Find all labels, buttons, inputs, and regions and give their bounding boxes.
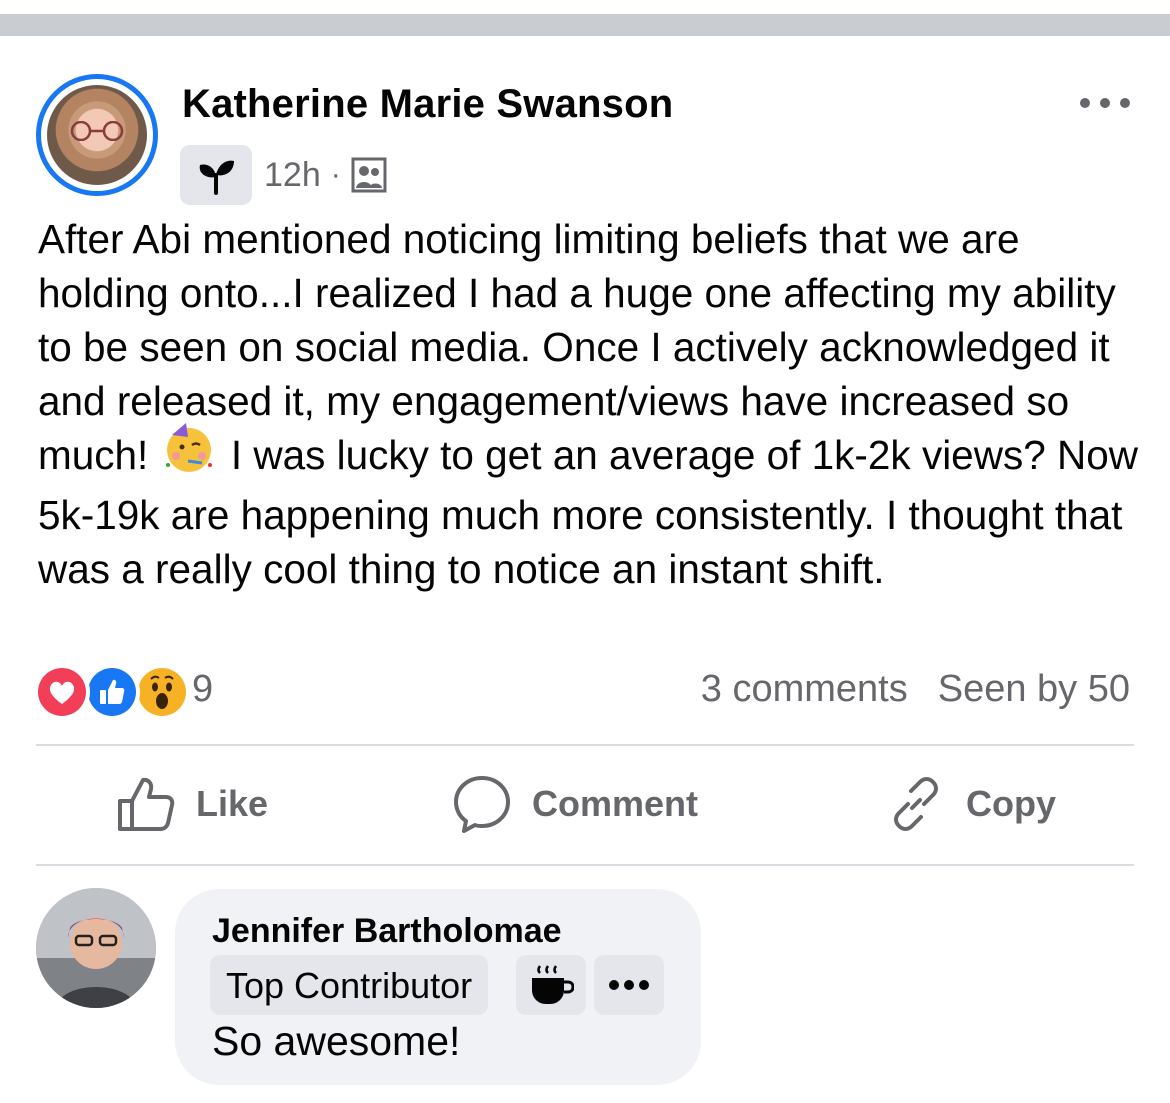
- seen-by-count[interactable]: Seen by 50: [938, 668, 1130, 711]
- reaction-count[interactable]: 9: [192, 668, 213, 711]
- sprout-icon: [199, 160, 234, 195]
- coffee-icon: [532, 965, 574, 1004]
- comments-count[interactable]: 3 comments: [701, 668, 908, 711]
- top-contributor-badge[interactable]: Top Contributor: [210, 955, 489, 1015]
- commenter-name[interactable]: Jennifer Bartholomae: [212, 912, 562, 951]
- badge-more-button[interactable]: [594, 955, 664, 1015]
- comment-label: Comment: [532, 783, 699, 824]
- party-face-emoji: [162, 421, 216, 488]
- commenter-avatar[interactable]: [36, 888, 156, 1008]
- link-icon: [894, 777, 938, 831]
- like-reaction-icon: [84, 664, 140, 720]
- post-body: After Abi mentioned noticing limiting be…: [38, 212, 1148, 596]
- copy-link-button[interactable]: Copy: [886, 772, 1056, 836]
- wow-reaction-icon: [134, 664, 190, 720]
- sprout-badge-button[interactable]: [180, 145, 252, 205]
- comment-icon: [454, 776, 510, 833]
- copy-label: Copy: [966, 783, 1056, 824]
- author-avatar[interactable]: [36, 74, 158, 196]
- post-author-name[interactable]: Katherine Marie Swanson: [182, 82, 673, 127]
- like-label: Like: [196, 783, 269, 824]
- comment-button[interactable]: Comment: [452, 772, 698, 836]
- meta-separator: ·: [330, 158, 341, 191]
- post-meta: 12h ·: [180, 145, 387, 205]
- reactions-summary[interactable]: [34, 664, 204, 720]
- top-separator-bar: [0, 14, 1170, 36]
- post-stats: 3 comments Seen by 50: [701, 668, 1130, 711]
- glasses-shape: [70, 121, 124, 141]
- comment-text: So awesome!: [212, 1018, 461, 1064]
- post-timestamp[interactable]: 12h: [264, 156, 321, 195]
- divider-top: [36, 744, 1134, 746]
- commenter-photo: [36, 888, 156, 1008]
- divider-bottom: [36, 864, 1134, 866]
- group-audience-icon: [351, 157, 387, 193]
- author-photo: [47, 85, 147, 185]
- love-reaction-icon: [34, 664, 90, 720]
- like-button[interactable]: Like: [116, 772, 268, 836]
- like-icon: [118, 777, 175, 831]
- coffee-badge-button[interactable]: [516, 955, 586, 1015]
- more-icon[interactable]: [1076, 88, 1134, 118]
- more-horizontal-icon: [609, 980, 649, 990]
